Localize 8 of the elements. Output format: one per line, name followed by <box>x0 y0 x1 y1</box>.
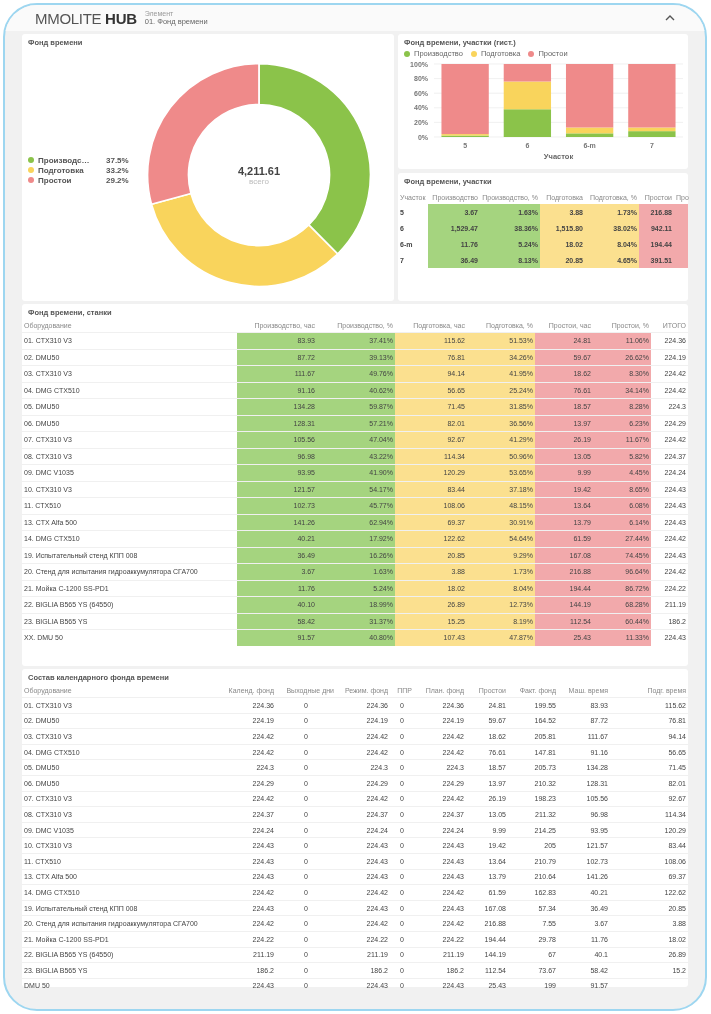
legend-value: 33.2% <box>106 165 129 175</box>
legend-label: Простои <box>38 175 73 185</box>
total-value: 4,211.61 <box>237 164 281 177</box>
legend-value: 29.2% <box>106 175 129 185</box>
legend-label: Производс… <box>38 155 91 165</box>
legend-value: 37.5% <box>106 155 129 165</box>
legend-label: Подготовка <box>38 165 85 175</box>
logo: MMOLITE HUB <box>35 9 137 27</box>
